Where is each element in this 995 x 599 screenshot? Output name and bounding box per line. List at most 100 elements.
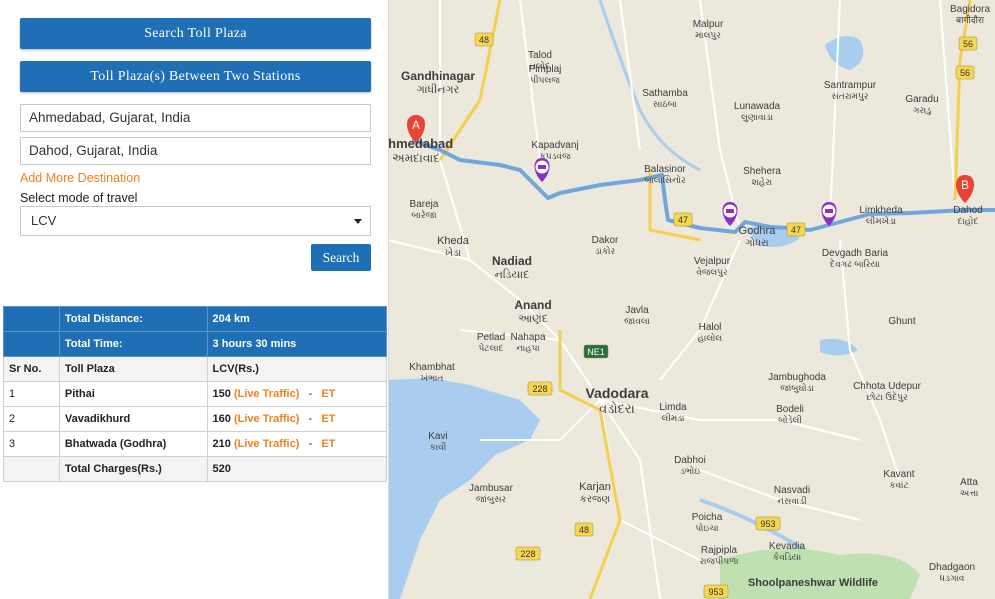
- add-destination-link[interactable]: Add More Destination: [20, 171, 140, 185]
- separator: -: [308, 438, 313, 450]
- toll-search-panel: Search Toll Plaza Toll Plaza(s) Between …: [0, 0, 389, 599]
- place-label-local: ગાંધીનગર: [417, 83, 460, 96]
- search-toll-plaza-button[interactable]: Search Toll Plaza: [20, 18, 371, 49]
- road-shield-label: 47: [678, 215, 688, 225]
- place-label-local: ધડગાવ: [940, 573, 965, 583]
- road-shield-label: 47: [791, 225, 801, 235]
- place-label-local: ડાકોર: [595, 245, 616, 256]
- total-distance-value: 204 km: [206, 306, 388, 332]
- place-label-local: ખંભાત: [421, 373, 444, 383]
- road-shield-label: 56: [963, 39, 973, 49]
- place-label-malpur: Malpur: [693, 19, 724, 30]
- place-label-local: બાલાસિનોર: [644, 174, 686, 185]
- toll-charge: 150: [212, 388, 231, 400]
- place-label-local: बागीदौरा: [956, 14, 985, 25]
- place-label-vejalpur: Vejalpur: [694, 256, 731, 267]
- place-label-jambusar: Jambusar: [469, 483, 514, 494]
- place-label-local: કેવડિયા: [773, 551, 802, 562]
- row-sr: 3: [3, 431, 60, 457]
- place-label-pimplaj: Pimplaj: [529, 64, 562, 75]
- place-label-rajpipla: Rajpipla: [701, 545, 738, 556]
- place-label-dhadgaon: Dhadgaon: [929, 562, 975, 573]
- place-label-local: કાવી: [430, 442, 447, 452]
- total-time-label: Total Time:: [58, 331, 208, 357]
- place-label-local: ડભોઇ: [680, 465, 700, 476]
- place-label-halol: Halol: [699, 322, 722, 333]
- table-row: 3 Bhatwada (Godhra) 210 (Live Traffic) -…: [3, 431, 388, 457]
- mode-label: Select mode of travel: [20, 191, 138, 205]
- live-traffic-link[interactable]: (Live Traffic): [234, 438, 299, 450]
- place-label-dahod: Dahod: [953, 205, 982, 216]
- row-sr: 2: [3, 406, 60, 432]
- place-label-anand: Anand: [514, 298, 551, 312]
- place-label-local: જાંબુસર: [476, 494, 507, 504]
- place-label-shoolpaneshwar-wildlife: Shoolpaneshwar Wildlife: [748, 577, 878, 589]
- road-shield-label: 228: [520, 549, 535, 559]
- place-label-jambughoda: Jambughoda: [768, 372, 826, 383]
- place-label-kapadvanj: Kapadvanj: [531, 140, 578, 151]
- place-label-local: લીમડા: [662, 413, 685, 423]
- place-label-local: લીમખેડા: [866, 215, 896, 226]
- live-traffic-link[interactable]: (Live Traffic): [234, 413, 299, 425]
- place-label-local: માલપુર: [695, 30, 721, 40]
- place-label-petlad: Petlad: [477, 332, 505, 343]
- travel-mode-select[interactable]: LCV: [20, 206, 371, 236]
- row-sr: 1: [3, 381, 60, 407]
- place-label-local: રાજપીપળા: [700, 556, 739, 566]
- table-header-row: Sr No. Toll Plaza LCV(Rs.): [3, 356, 388, 382]
- place-label-local: જાંબુઘોડા: [780, 382, 814, 393]
- place-label-dakor: Dakor: [592, 235, 619, 246]
- place-label-limkheda: Limkheda: [859, 205, 903, 216]
- place-label-javla: Javla: [625, 305, 649, 316]
- place-label-khambhat: Khambhat: [409, 362, 455, 373]
- table-row: 2 Vavadikhurd 160 (Live Traffic) - ET: [3, 406, 388, 432]
- place-label-limda: Limda: [659, 402, 687, 413]
- et-link[interactable]: ET: [321, 388, 335, 400]
- place-label-poicha: Poicha: [692, 512, 723, 523]
- origin-input[interactable]: Ahmedabad, Gujarat, India: [20, 104, 371, 132]
- road-shield-label: 953: [760, 519, 775, 529]
- total-time-row: Total Time: 3 hours 30 mins: [3, 331, 388, 357]
- et-link[interactable]: ET: [321, 438, 335, 450]
- place-label-kheda: Kheda: [437, 235, 470, 247]
- place-label-local: જાવલા: [624, 316, 650, 326]
- place-label-kavi: Kavi: [428, 431, 447, 442]
- place-label-kevadia: Kevadia: [769, 541, 806, 552]
- total-charges-label: Total Charges(Rs.): [58, 456, 208, 482]
- place-label-shehera: Shehera: [743, 166, 781, 177]
- toll-results-table: Total Distance: 204 km Total Time: 3 hou…: [3, 306, 388, 482]
- place-label-local: ગરાડુ: [913, 105, 931, 115]
- destination-input[interactable]: Dahod, Gujarat, India: [20, 137, 371, 165]
- place-label-local: અમદાવાદ: [392, 151, 440, 165]
- place-label-ghunt: Ghunt: [888, 316, 915, 327]
- toll-name-link[interactable]: Bhatwada (Godhra): [58, 431, 208, 457]
- place-label-atta: Atta: [960, 477, 978, 488]
- header-toll-plaza: Toll Plaza: [58, 356, 208, 382]
- place-label-devgadh-baria: Devgadh Baria: [822, 248, 889, 259]
- place-label-local: પીપલજ: [530, 75, 560, 85]
- place-label-local: પોઇચા: [695, 522, 718, 533]
- road-shield-label: 228: [532, 384, 547, 394]
- place-label-local: બોડેલી: [778, 414, 802, 425]
- place-label-balasinor: Balasinor: [644, 164, 686, 175]
- table-row: 1 Pithai 150 (Live Traffic) - ET: [3, 381, 388, 407]
- search-button[interactable]: Search: [311, 244, 371, 271]
- place-label-local: ખેડા: [445, 246, 462, 259]
- place-label-local: સંતરામપુર: [832, 91, 869, 101]
- place-label-dabhoi: Dabhoi: [674, 455, 706, 466]
- toll-between-stations-button[interactable]: Toll Plaza(s) Between Two Stations: [20, 61, 371, 92]
- place-label-local: પેટલાદ: [478, 342, 503, 353]
- live-traffic-link[interactable]: (Live Traffic): [234, 388, 299, 400]
- et-link[interactable]: ET: [321, 413, 335, 425]
- road-shield-label: 953: [708, 587, 723, 597]
- place-label-local: બારેજા: [411, 209, 436, 220]
- separator: -: [308, 388, 313, 400]
- place-label-godhra: Godhra: [739, 225, 777, 237]
- toll-name-link[interactable]: Vavadikhurd: [58, 406, 208, 432]
- road-shield-label: 48: [579, 525, 589, 535]
- place-label-local: લુણાવાડા: [741, 112, 773, 122]
- toll-name-link[interactable]: Pithai: [58, 381, 208, 407]
- place-label-local: છોટા ઉદેપુર: [866, 391, 908, 403]
- place-label-bodeli: Bodeli: [776, 404, 804, 415]
- place-label-local: હાલોલ: [698, 332, 723, 343]
